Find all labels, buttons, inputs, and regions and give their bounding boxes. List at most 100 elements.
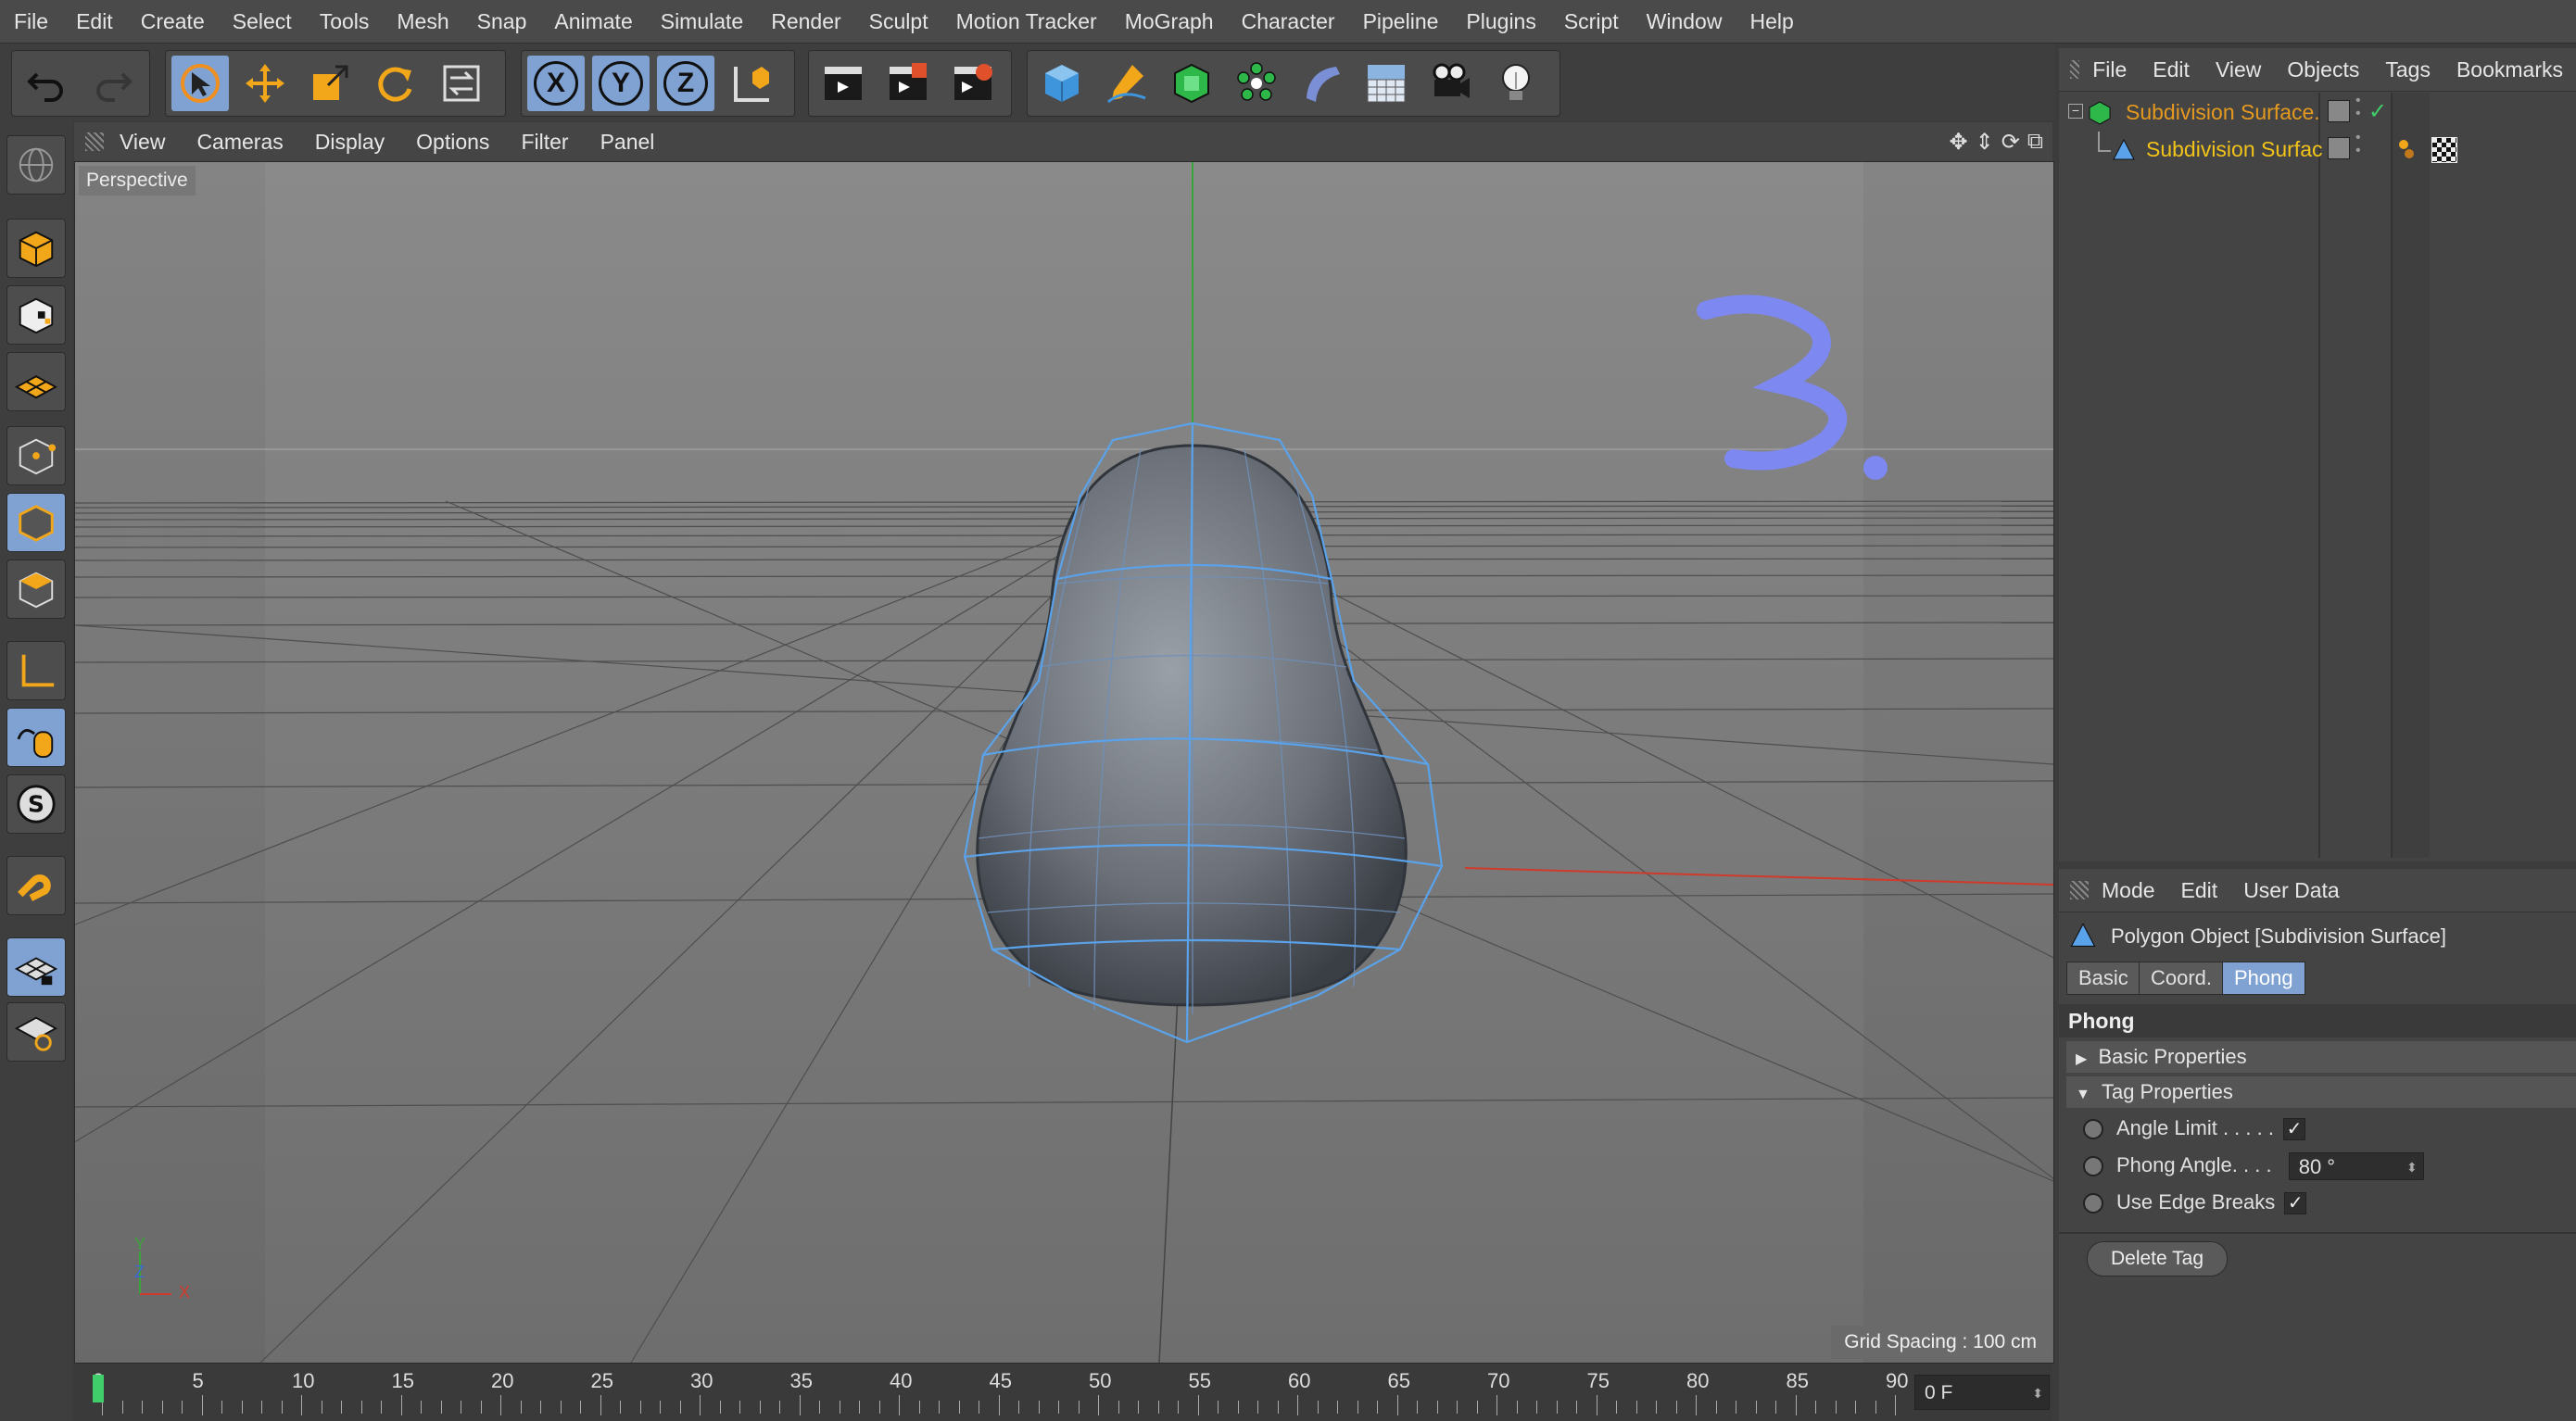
- viewport-menu-filter[interactable]: Filter: [505, 130, 584, 155]
- am-menu-mode[interactable]: Mode: [2089, 878, 2168, 903]
- texture-tag-icon[interactable]: [2431, 137, 2457, 163]
- maximize-view-icon[interactable]: ⧉: [2027, 129, 2043, 156]
- om-menu-view[interactable]: View: [2203, 57, 2274, 82]
- light-button[interactable]: [1487, 56, 1545, 111]
- delete-tag-button[interactable]: Delete Tag: [2087, 1241, 2228, 1276]
- panel-grip-icon[interactable]: [2070, 60, 2080, 79]
- menu-mesh[interactable]: Mesh: [383, 9, 462, 34]
- stepper-arrows-icon[interactable]: ⬍: [2032, 1376, 2043, 1411]
- object-name[interactable]: Subdivision Surfac: [2146, 137, 2323, 162]
- om-menu-objects[interactable]: Objects: [2274, 57, 2372, 82]
- rotate-view-icon[interactable]: ⟳: [2001, 129, 2020, 156]
- object-name[interactable]: Subdivision Surface.: [2126, 100, 2320, 125]
- render-view-button[interactable]: [814, 56, 872, 111]
- menu-plugins[interactable]: Plugins: [1452, 9, 1549, 34]
- render-settings-button[interactable]: [944, 56, 1002, 111]
- model-mode-button[interactable]: [6, 135, 66, 195]
- layer-swatch-icon[interactable]: [2328, 137, 2350, 159]
- scale-tool-button[interactable]: [301, 56, 359, 111]
- workplane-mode-button[interactable]: [6, 352, 66, 411]
- menu-motion-tracker[interactable]: Motion Tracker: [942, 9, 1111, 34]
- snap-toggle-button[interactable]: [6, 856, 66, 915]
- menu-create[interactable]: Create: [127, 9, 219, 34]
- object-row-subdivision-parent[interactable]: − Subdivision Surface. • • ✓: [2059, 94, 2576, 132]
- tab-coord[interactable]: Coord.: [2139, 962, 2225, 995]
- axis-mode-button[interactable]: [6, 641, 66, 700]
- rotate-tool-button[interactable]: [366, 56, 423, 111]
- perspective-viewport[interactable]: Perspective Y Z X 3. Grid Spacing : 100 …: [74, 161, 2054, 1364]
- animate-radio[interactable]: [2083, 1119, 2103, 1140]
- tweak-mode-button[interactable]: [6, 708, 66, 767]
- menu-window[interactable]: Window: [1633, 9, 1736, 34]
- phong-angle-input[interactable]: 80 ° ⬍: [2288, 1152, 2424, 1181]
- render-picture-viewer-button[interactable]: [879, 56, 937, 111]
- texture-mode-button[interactable]: [6, 285, 66, 345]
- cube-button[interactable]: [1033, 56, 1091, 111]
- menu-tools[interactable]: Tools: [306, 9, 384, 34]
- menu-simulate[interactable]: Simulate: [647, 9, 757, 34]
- polygons-mode-button[interactable]: [6, 560, 66, 619]
- collapse-toggle-icon[interactable]: −: [2068, 104, 2083, 119]
- viewport-menu-cameras[interactable]: Cameras: [181, 130, 298, 155]
- menu-edit[interactable]: Edit: [62, 9, 127, 34]
- timeline-ruler[interactable]: 051015202530354045505560657075808590: [74, 1364, 2052, 1421]
- move-tool-button[interactable]: [236, 56, 294, 111]
- camera-button[interactable]: [1422, 56, 1480, 111]
- viewport-menu-panel[interactable]: Panel: [585, 130, 671, 155]
- menu-sculpt[interactable]: Sculpt: [855, 9, 942, 34]
- undo-button[interactable]: [18, 56, 75, 111]
- panel-grip-icon[interactable]: [2070, 881, 2089, 899]
- edge-breaks-checkbox[interactable]: ✓: [2284, 1192, 2307, 1215]
- menu-help[interactable]: Help: [1736, 9, 1807, 34]
- menu-character[interactable]: Character: [1228, 9, 1349, 34]
- group-tag-properties[interactable]: ▼ Tag Properties: [2066, 1076, 2576, 1108]
- workplane-align-button[interactable]: [6, 1002, 66, 1062]
- tab-basic[interactable]: Basic: [2066, 962, 2140, 995]
- menu-render[interactable]: Render: [757, 9, 854, 34]
- subdivision-surface-object[interactable]: [963, 421, 1444, 1044]
- camera-label[interactable]: Perspective: [79, 166, 196, 195]
- layer-swatch-icon[interactable]: [2328, 100, 2350, 122]
- menu-file[interactable]: File: [0, 9, 62, 34]
- coordinate-system-button[interactable]: [722, 56, 779, 111]
- z-axis-toggle[interactable]: Z: [657, 56, 714, 111]
- y-axis-toggle[interactable]: Y: [592, 56, 650, 111]
- points-mode-button[interactable]: [6, 426, 66, 485]
- live-selection-button[interactable]: [171, 56, 229, 111]
- animate-radio[interactable]: [2083, 1193, 2103, 1214]
- mograph-cloner-button[interactable]: [1228, 56, 1285, 111]
- menu-pipeline[interactable]: Pipeline: [1349, 9, 1453, 34]
- menu-snap[interactable]: Snap: [463, 9, 541, 34]
- pan-view-icon[interactable]: ✥: [1950, 129, 1968, 156]
- am-menu-edit[interactable]: Edit: [2168, 878, 2231, 903]
- floor-environment-button[interactable]: [1357, 56, 1415, 111]
- am-menu-user-data[interactable]: User Data: [2230, 878, 2353, 903]
- menu-script[interactable]: Script: [1550, 9, 1633, 34]
- deformer-button[interactable]: [1293, 56, 1350, 111]
- om-menu-file[interactable]: File: [2079, 57, 2140, 82]
- panel-grip-icon[interactable]: [85, 132, 104, 151]
- playhead[interactable]: [93, 1375, 104, 1402]
- group-basic-properties[interactable]: ▶ Basic Properties: [2066, 1041, 2576, 1073]
- visibility-dots-icon[interactable]: • •: [2355, 94, 2361, 121]
- stepper-arrows-icon[interactable]: ⬍: [2406, 1153, 2418, 1181]
- om-menu-edit[interactable]: Edit: [2140, 57, 2203, 82]
- animate-radio[interactable]: [2083, 1156, 2103, 1177]
- recent-tools-button[interactable]: [433, 56, 490, 111]
- menu-select[interactable]: Select: [219, 9, 306, 34]
- pen-spline-button[interactable]: [1098, 56, 1155, 111]
- zoom-view-icon[interactable]: ⇕: [1976, 129, 1994, 156]
- angle-limit-checkbox[interactable]: ✓: [2282, 1118, 2305, 1141]
- edges-mode-button[interactable]: [6, 493, 66, 552]
- viewport-menu-display[interactable]: Display: [299, 130, 400, 155]
- redo-button[interactable]: [84, 56, 142, 111]
- tab-phong[interactable]: Phong: [2222, 962, 2305, 995]
- object-row-polygon-child[interactable]: Subdivision Surfac • •: [2059, 131, 2576, 169]
- menu-mograph[interactable]: MoGraph: [1111, 9, 1228, 34]
- phong-tag-icon[interactable]: [2396, 137, 2420, 161]
- viewport-menu-view[interactable]: View: [104, 130, 181, 155]
- x-axis-toggle[interactable]: X: [527, 56, 585, 111]
- workplane-lock-button[interactable]: [6, 937, 66, 997]
- enabled-check-icon[interactable]: ✓: [2368, 98, 2387, 125]
- solo-mode-button[interactable]: S: [6, 774, 66, 834]
